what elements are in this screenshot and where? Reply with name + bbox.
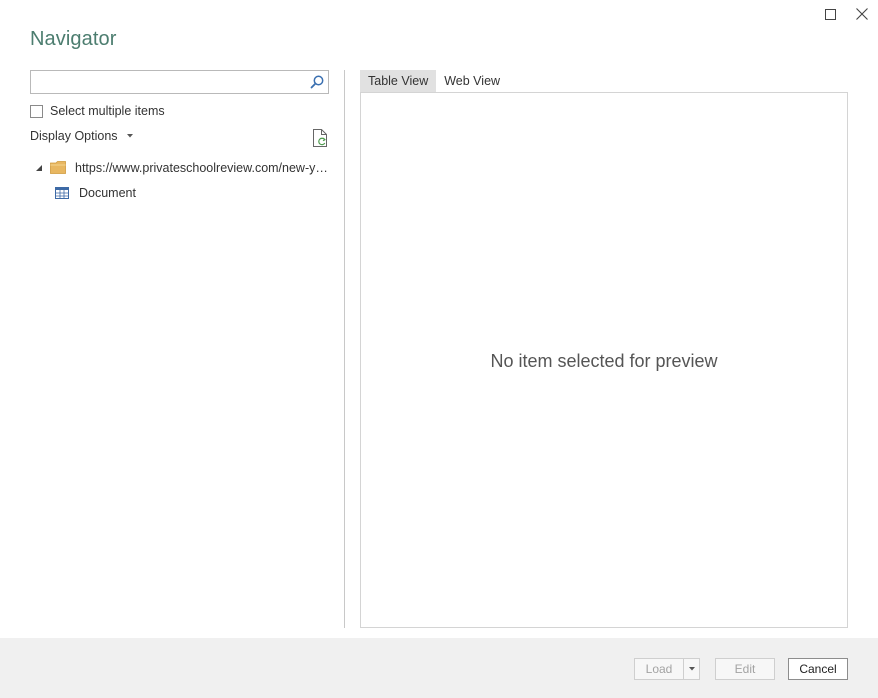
tab-web-view[interactable]: Web View — [436, 70, 508, 92]
search-input[interactable] — [31, 71, 301, 93]
close-icon — [856, 8, 868, 20]
dialog-footer: Load Edit Cancel — [0, 638, 878, 698]
page-title: Navigator — [30, 28, 117, 50]
tree-item-document[interactable]: Document — [30, 180, 330, 205]
caret-down-icon — [126, 132, 134, 140]
empty-preview-message: No item selected for preview — [490, 350, 718, 371]
display-options-dropdown[interactable]: Display Options — [30, 129, 134, 143]
folder-icon — [50, 161, 66, 174]
table-icon — [55, 186, 69, 199]
cancel-button[interactable]: Cancel — [788, 658, 848, 680]
load-dropdown-button[interactable] — [683, 658, 700, 680]
tree-item-label: Document — [79, 185, 136, 200]
select-multiple-toggle[interactable]: Select multiple items — [30, 103, 165, 119]
expand-collapse-icon[interactable] — [35, 164, 43, 172]
close-button[interactable] — [847, 0, 877, 28]
select-multiple-checkbox[interactable] — [30, 104, 43, 118]
edit-button[interactable]: Edit — [715, 658, 775, 680]
load-button[interactable]: Load — [634, 658, 684, 680]
tree-item-label: https://www.privateschoolreview.com/new-… — [75, 160, 330, 175]
tab-table-view[interactable]: Table View — [360, 70, 437, 92]
caret-down-icon — [688, 667, 695, 671]
tree-item-root[interactable]: https://www.privateschoolreview.com/new-… — [30, 155, 330, 180]
search-icon[interactable] — [309, 74, 325, 90]
pane-splitter[interactable] — [344, 70, 345, 628]
preview-pane: No item selected for preview — [360, 92, 848, 628]
maximize-button[interactable] — [815, 0, 845, 28]
display-options-label: Display Options — [30, 129, 118, 143]
refresh-icon[interactable] — [311, 128, 329, 148]
view-tabs: Table View Web View — [360, 70, 508, 92]
navigator-tree: https://www.privateschoolreview.com/new-… — [30, 155, 330, 205]
maximize-icon — [824, 8, 836, 20]
search-box[interactable] — [30, 70, 329, 94]
select-multiple-label: Select multiple items — [50, 104, 165, 118]
